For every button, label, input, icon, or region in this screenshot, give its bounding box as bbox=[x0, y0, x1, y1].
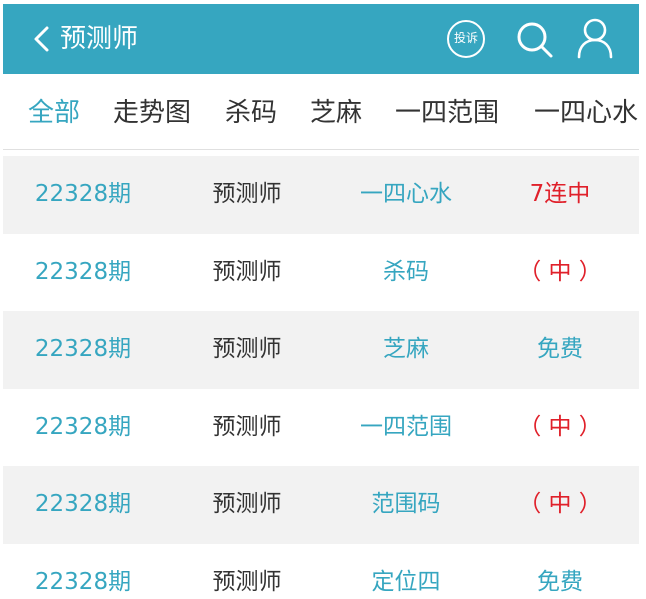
list-item[interactable]: 22328期 预测师 定位四 免费 bbox=[3, 544, 639, 599]
list-item[interactable]: 22328期 预测师 芝麻 免费 bbox=[3, 311, 639, 389]
period-number: 22328期 bbox=[34, 181, 132, 207]
prediction-type: 一四心水 bbox=[360, 181, 452, 207]
result-status: （ 中 ） bbox=[518, 491, 602, 517]
author-name: 预测师 bbox=[212, 336, 282, 362]
author-name: 预测师 bbox=[212, 258, 282, 285]
author-name: 预测师 bbox=[212, 413, 282, 440]
author-name: 预测师 bbox=[212, 568, 282, 595]
result-status: 免费 bbox=[537, 336, 583, 362]
result-status: （ 中 ） bbox=[518, 258, 602, 285]
period-number: 22328期 bbox=[34, 336, 132, 362]
period-number: 22328期 bbox=[34, 413, 132, 440]
prediction-list: 22328期 预测师 一四心水 7连中 22328期 预测师 杀码 （ 中 ） … bbox=[3, 156, 639, 599]
prediction-type: 杀码 bbox=[383, 258, 429, 285]
top-header: 预测师 投诉 bbox=[3, 4, 639, 74]
prediction-type: 一四范围 bbox=[360, 413, 452, 440]
prediction-type: 定位四 bbox=[371, 568, 441, 595]
list-item[interactable]: 22328期 预测师 范围码 （ 中 ） bbox=[3, 466, 639, 544]
result-status: （ 中 ） bbox=[518, 413, 602, 440]
tab-range-one-four[interactable]: 一四范围 bbox=[395, 94, 499, 132]
period-number: 22328期 bbox=[34, 491, 132, 517]
period-number: 22328期 bbox=[34, 568, 132, 595]
user-profile-icon[interactable] bbox=[575, 17, 615, 59]
tab-all[interactable]: 全部 bbox=[28, 94, 80, 132]
list-item[interactable]: 22328期 预测师 杀码 （ 中 ） bbox=[3, 234, 639, 312]
page-title: 预测师 bbox=[60, 24, 139, 54]
tab-sesame[interactable]: 芝麻 bbox=[310, 94, 362, 132]
period-number: 22328期 bbox=[34, 258, 132, 285]
prediction-type: 芝麻 bbox=[383, 336, 429, 362]
author-name: 预测师 bbox=[212, 181, 282, 207]
category-tabs: 全部 走势图 杀码 芝麻 一四范围 一四心水 bbox=[3, 74, 639, 150]
complaint-button[interactable]: 投诉 bbox=[447, 20, 485, 58]
author-name: 预测师 bbox=[212, 491, 282, 517]
prediction-type: 范围码 bbox=[371, 491, 441, 517]
result-status: 7连中 bbox=[529, 181, 591, 207]
list-item[interactable]: 22328期 预测师 一四范围 （ 中 ） bbox=[3, 389, 639, 467]
tab-heart-one-four[interactable]: 一四心水 bbox=[534, 94, 638, 132]
tab-kill-code[interactable]: 杀码 bbox=[225, 94, 277, 132]
app-screen: 预测师 投诉 全部 走势图 杀码 芝麻 一四范围 一四心水 22328期 预测师… bbox=[3, 4, 639, 599]
search-icon[interactable] bbox=[514, 19, 554, 59]
tab-trend-chart[interactable]: 走势图 bbox=[113, 94, 191, 132]
result-status: 免费 bbox=[537, 568, 583, 595]
back-arrow-icon[interactable] bbox=[29, 25, 55, 53]
list-item[interactable]: 22328期 预测师 一四心水 7连中 bbox=[3, 156, 639, 234]
